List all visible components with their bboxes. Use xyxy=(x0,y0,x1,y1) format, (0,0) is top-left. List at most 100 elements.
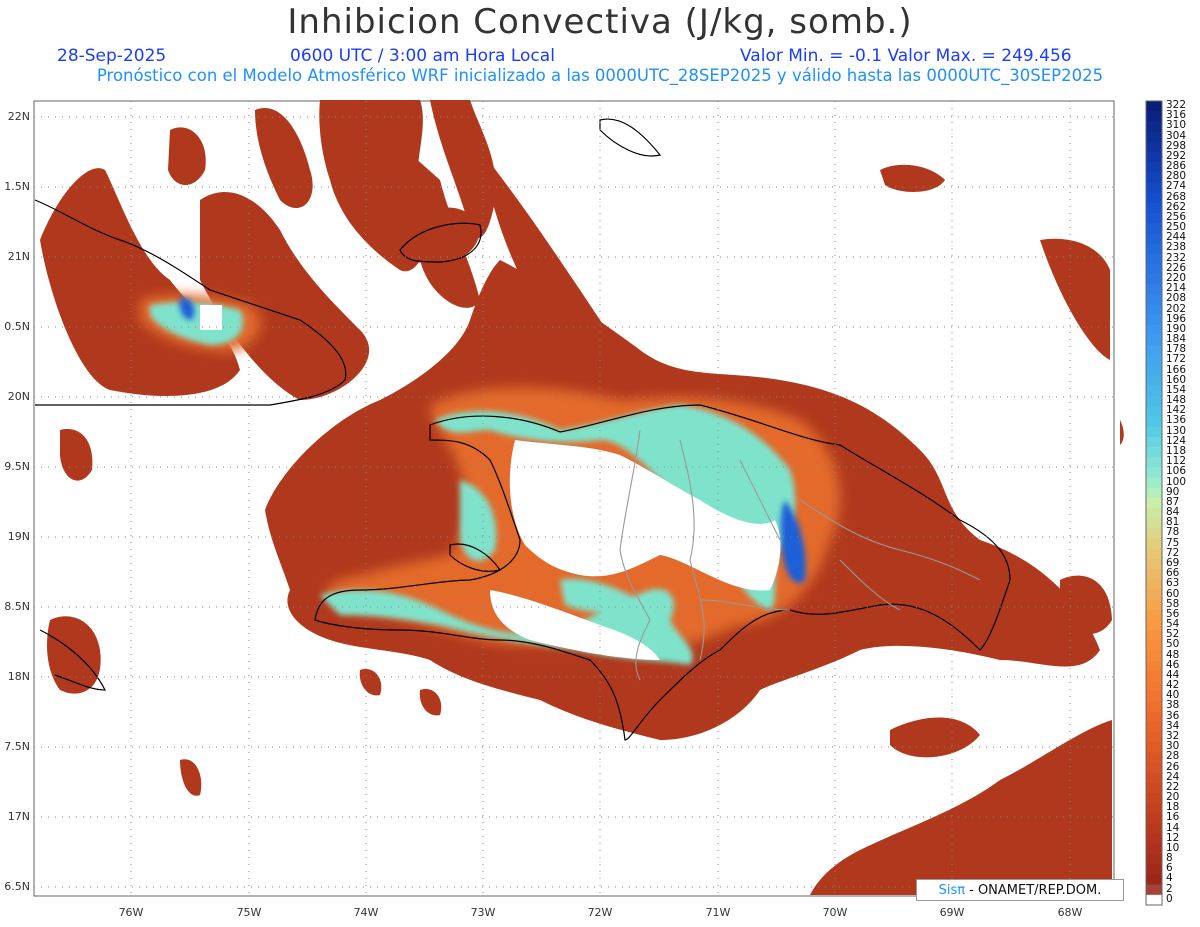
lat-label: 19N xyxy=(7,530,30,543)
colorbar-swatch xyxy=(1146,202,1162,214)
colorbar-swatch xyxy=(1146,314,1162,326)
colorbar-swatch xyxy=(1146,172,1162,183)
colorbar-label: 106 xyxy=(1166,465,1187,478)
colorbar-swatch xyxy=(1146,528,1162,540)
colorbar-swatch xyxy=(1146,518,1162,529)
lon-label: 74W xyxy=(353,906,379,919)
colorbar-swatch xyxy=(1146,548,1162,560)
credit-text: - ONAMET/REP.DOM. xyxy=(969,882,1102,898)
lon-label: 68W xyxy=(1057,906,1083,919)
lat-label: 8.5N xyxy=(4,600,30,613)
colorbar-swatch xyxy=(1146,111,1162,122)
colorbar-swatch xyxy=(1146,274,1162,285)
colorbar-swatch xyxy=(1146,162,1162,173)
colorbar-label: 136 xyxy=(1166,414,1187,427)
lat-label: 20N xyxy=(7,390,30,403)
colorbar-swatch xyxy=(1146,620,1162,631)
colorbar-label: 28 xyxy=(1166,750,1180,763)
colorbar-label: 208 xyxy=(1166,292,1187,305)
colorbar-swatch xyxy=(1146,508,1162,519)
colorbar-swatch xyxy=(1146,253,1162,265)
colorbar-swatch xyxy=(1146,335,1162,346)
colorbar-label: 16 xyxy=(1166,811,1180,824)
colorbar-label: 38 xyxy=(1166,699,1180,712)
colorbar-swatch xyxy=(1146,681,1162,692)
colorbar-swatch xyxy=(1146,365,1162,377)
lat-label: 1.5N xyxy=(4,180,30,193)
colorbar-swatch xyxy=(1146,487,1162,499)
colorbar-swatch xyxy=(1146,599,1162,611)
colorbar-swatch xyxy=(1146,803,1162,814)
colorbar-swatch xyxy=(1146,691,1162,702)
colorbar-swatch xyxy=(1146,101,1162,112)
colorbar-swatch xyxy=(1146,538,1162,550)
colorbar-swatch xyxy=(1146,884,1162,896)
colorbar-label: 50 xyxy=(1166,638,1180,651)
lon-label: 75W xyxy=(236,906,262,919)
colorbar-label: 172 xyxy=(1166,353,1187,366)
colorbar-swatch xyxy=(1146,772,1162,784)
colorbar-swatch xyxy=(1146,813,1162,825)
colorbar-swatch xyxy=(1146,569,1162,580)
colorbar-swatch xyxy=(1146,670,1162,682)
colorbar-swatch xyxy=(1146,151,1162,163)
colorbar-swatch xyxy=(1146,711,1162,723)
colorbar-swatch xyxy=(1146,182,1162,194)
colorbar-swatch xyxy=(1146,864,1162,875)
lat-label: 9.5N xyxy=(4,460,30,473)
lat-label: 6.5N xyxy=(4,880,30,893)
colorbar-swatch xyxy=(1146,416,1162,428)
lat-label: 0.5N xyxy=(4,320,30,333)
colorbar-swatch xyxy=(1146,131,1162,143)
colorbar-swatch xyxy=(1146,843,1162,855)
lat-label: 18N xyxy=(7,670,30,683)
colorbar-label: 60 xyxy=(1166,587,1180,600)
colorbar-swatch xyxy=(1146,752,1162,764)
colorbar-swatch xyxy=(1146,223,1162,234)
colorbar-swatch xyxy=(1146,467,1162,479)
colorbar-label: 4 xyxy=(1166,872,1173,885)
colorbar-swatch xyxy=(1146,731,1162,743)
colorbar-label: 274 xyxy=(1166,180,1187,193)
colorbar-swatch xyxy=(1146,609,1162,621)
lat-label: 7.5N xyxy=(4,740,30,753)
colorbar-swatch xyxy=(1146,324,1162,336)
colorbar-swatch xyxy=(1146,385,1162,397)
colorbar-swatch xyxy=(1146,894,1162,906)
colorbar xyxy=(1145,100,1163,906)
colorbar-swatch xyxy=(1146,406,1162,417)
colorbar-swatch xyxy=(1146,141,1162,153)
colorbar-swatch xyxy=(1146,589,1162,601)
lon-label: 76W xyxy=(118,906,144,919)
colorbar-swatch xyxy=(1146,294,1162,306)
colorbar-swatch xyxy=(1146,833,1162,845)
colorbar-label: 0 xyxy=(1166,892,1173,905)
colorbar-swatch xyxy=(1146,701,1162,713)
colorbar-swatch xyxy=(1146,477,1162,489)
colorbar-swatch xyxy=(1146,192,1162,204)
colorbar-swatch xyxy=(1146,121,1162,133)
colorbar-swatch xyxy=(1146,854,1162,865)
lon-label: 73W xyxy=(470,906,496,919)
lat-label: 22N xyxy=(7,110,30,123)
colorbar-swatch xyxy=(1146,284,1162,295)
colorbar-swatch xyxy=(1146,782,1162,794)
colorbar-label: 310 xyxy=(1166,119,1187,132)
colorbar-label: 63 xyxy=(1166,577,1180,590)
colorbar-swatch xyxy=(1146,436,1162,448)
colorbar-swatch xyxy=(1146,660,1162,672)
sispi-logo: Sisπ xyxy=(938,882,966,898)
colorbar-swatch xyxy=(1146,793,1162,804)
lon-label: 70W xyxy=(822,906,848,919)
colorbar-swatch xyxy=(1146,396,1162,407)
colorbar-swatch xyxy=(1146,579,1162,591)
lon-label: 71W xyxy=(705,906,731,919)
colorbar-swatch xyxy=(1146,497,1162,509)
colorbar-swatch xyxy=(1146,630,1162,641)
colorbar-swatch xyxy=(1146,457,1162,468)
colorbar-swatch xyxy=(1146,558,1162,570)
colorbar-swatch xyxy=(1146,742,1162,753)
colorbar-swatch xyxy=(1146,640,1162,652)
colorbar-swatch xyxy=(1146,650,1162,662)
credit-box: Sisπ - ONAMET/REP.DOM. xyxy=(916,879,1124,901)
